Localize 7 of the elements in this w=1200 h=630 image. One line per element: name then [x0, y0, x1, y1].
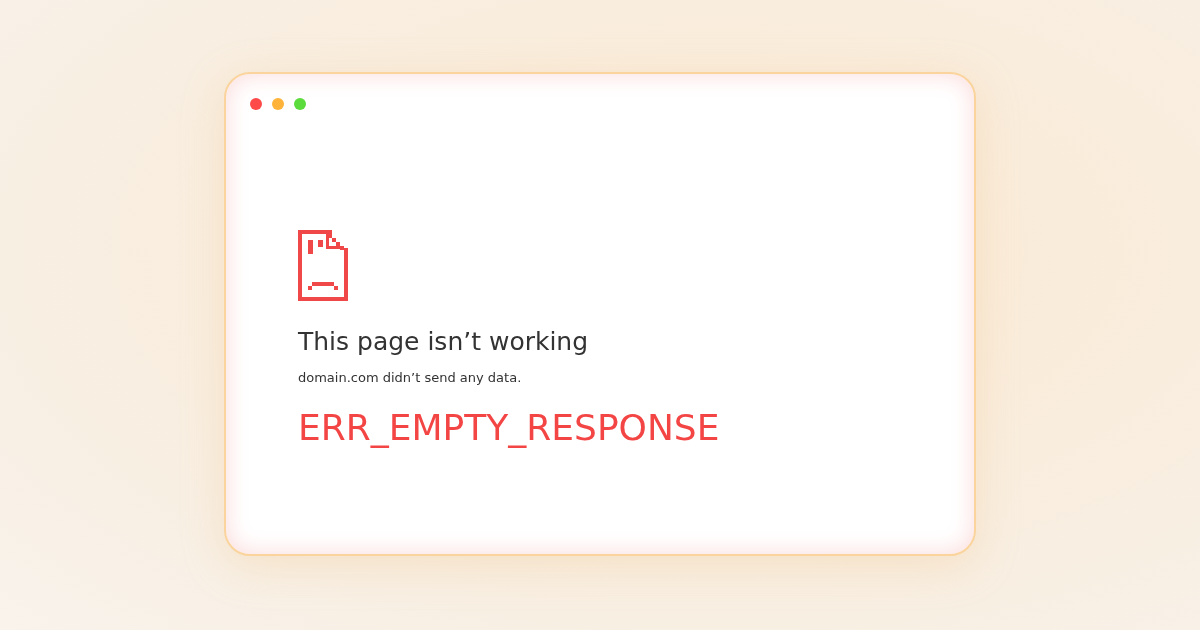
window-control[interactable]: [272, 98, 284, 110]
error-title: This page isn’t working: [298, 327, 590, 356]
sad-document-icon: [298, 230, 348, 301]
error-code: ERR_EMPTY_RESPONSE: [298, 407, 721, 448]
window-control[interactable]: [294, 98, 306, 110]
error-message: domain.com didn’t send any data.: [298, 370, 523, 385]
window-control[interactable]: [250, 98, 262, 110]
